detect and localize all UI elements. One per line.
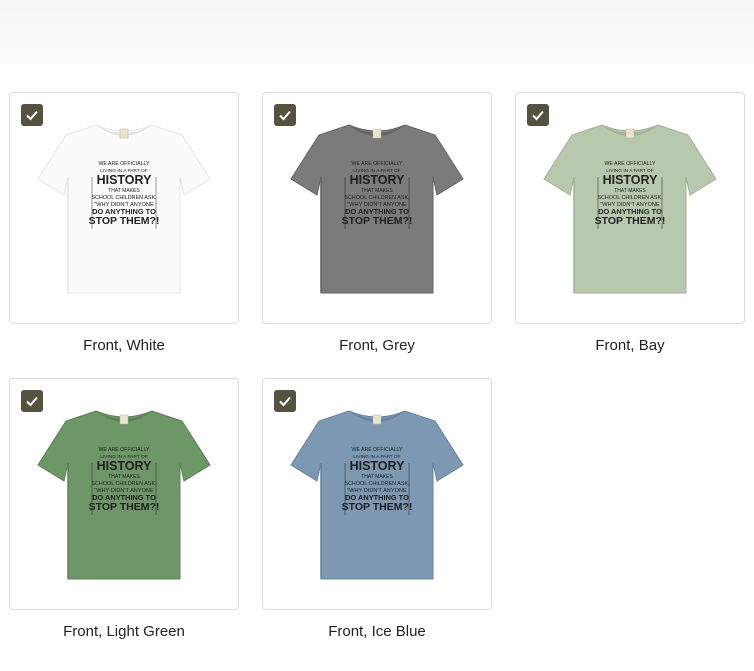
print-text-line: HISTORY [350, 459, 406, 473]
print-text-line: SCHOOL CHILDREN ASK, [344, 481, 410, 487]
variant-card[interactable]: WE ARE OFFICIALLY LIVING IN A PART OF HIST… [9, 92, 239, 354]
print-text-line: WE ARE OFFICIALLY [99, 447, 150, 453]
print-text-line: HISTORY [97, 173, 153, 187]
print-text-line: SCHOOL CHILDREN ASK, [91, 481, 157, 487]
variant-caption: Front, Grey [339, 337, 415, 354]
print-text-line: WE ARE OFFICIALLY [99, 161, 150, 167]
print-text-line: HISTORY [603, 173, 659, 187]
print-text-line: HISTORY [350, 173, 406, 187]
variant-caption: Front, Light Green [63, 623, 185, 640]
tshirt-label [119, 128, 129, 139]
print-text-line: STOP THEM?! [89, 501, 160, 513]
print-text-line: THAT MAKES [361, 188, 393, 194]
variant-card[interactable]: WE ARE OFFICIALLY LIVING IN A PART OF HIST… [262, 378, 492, 640]
variant-image-frame[interactable]: WE ARE OFFICIALLY LIVING IN A PART OF HIST… [9, 92, 239, 324]
variant-caption: Front, Bay [595, 337, 665, 354]
tshirt-label [372, 128, 382, 139]
variant-image-frame[interactable]: WE ARE OFFICIALLY LIVING IN A PART OF HIST… [262, 378, 492, 610]
variant-caption: Front, White [83, 337, 165, 354]
variant-grid: WE ARE OFFICIALLY LIVING IN A PART OF HIST… [0, 0, 754, 671]
variant-card[interactable]: WE ARE OFFICIALLY LIVING IN A PART OF HIST… [9, 378, 239, 640]
print-text-line: THAT MAKES [108, 188, 140, 194]
print-text-line: THAT MAKES [108, 474, 140, 480]
print-text-line: STOP THEM?! [595, 215, 666, 227]
tshirt-label [119, 414, 129, 425]
variant-image-frame[interactable]: WE ARE OFFICIALLY LIVING IN A PART OF HIST… [9, 378, 239, 610]
print-text-line: HISTORY [97, 459, 153, 473]
tshirt-label [625, 128, 635, 139]
tshirt-image: WE ARE OFFICIALLYLIVING IN A PART OFHIST… [543, 124, 717, 294]
variant-card[interactable]: WE ARE OFFICIALLY LIVING IN A PART OF HIST… [262, 92, 492, 354]
print-text-line: SCHOOL CHILDREN ASK, [344, 195, 410, 201]
print-text-line: WE ARE OFFICIALLY [605, 161, 656, 167]
variant-caption: Front, Ice Blue [328, 623, 426, 640]
print-text-line: STOP THEM?! [342, 215, 413, 227]
tshirt-image: WE ARE OFFICIALLYLIVING IN A PART OFHIST… [290, 124, 464, 294]
print-text-line: THAT MAKES [614, 188, 646, 194]
print-text-line: THAT MAKES [361, 474, 393, 480]
print-text-line: SCHOOL CHILDREN ASK, [597, 195, 663, 201]
tshirt-image: WE ARE OFFICIALLYLIVING IN A PART OFHIST… [290, 410, 464, 580]
tshirt-label [372, 414, 382, 425]
print-text-line: SCHOOL CHILDREN ASK, [91, 195, 157, 201]
tshirt-image: WE ARE OFFICIALLYLIVING IN A PART OFHIST… [37, 124, 211, 294]
print-text-line: STOP THEM?! [342, 501, 413, 513]
variant-image-frame[interactable]: WE ARE OFFICIALLY LIVING IN A PART OF HIST… [515, 92, 745, 324]
variant-card[interactable]: WE ARE OFFICIALLY LIVING IN A PART OF HIST… [515, 92, 745, 354]
print-text-line: STOP THEM?! [89, 215, 160, 227]
tshirt-image: WE ARE OFFICIALLYLIVING IN A PART OFHIST… [37, 410, 211, 580]
variant-image-frame[interactable]: WE ARE OFFICIALLY LIVING IN A PART OF HIST… [262, 92, 492, 324]
print-text-line: WE ARE OFFICIALLY [352, 447, 403, 453]
print-text-line: WE ARE OFFICIALLY [352, 161, 403, 167]
